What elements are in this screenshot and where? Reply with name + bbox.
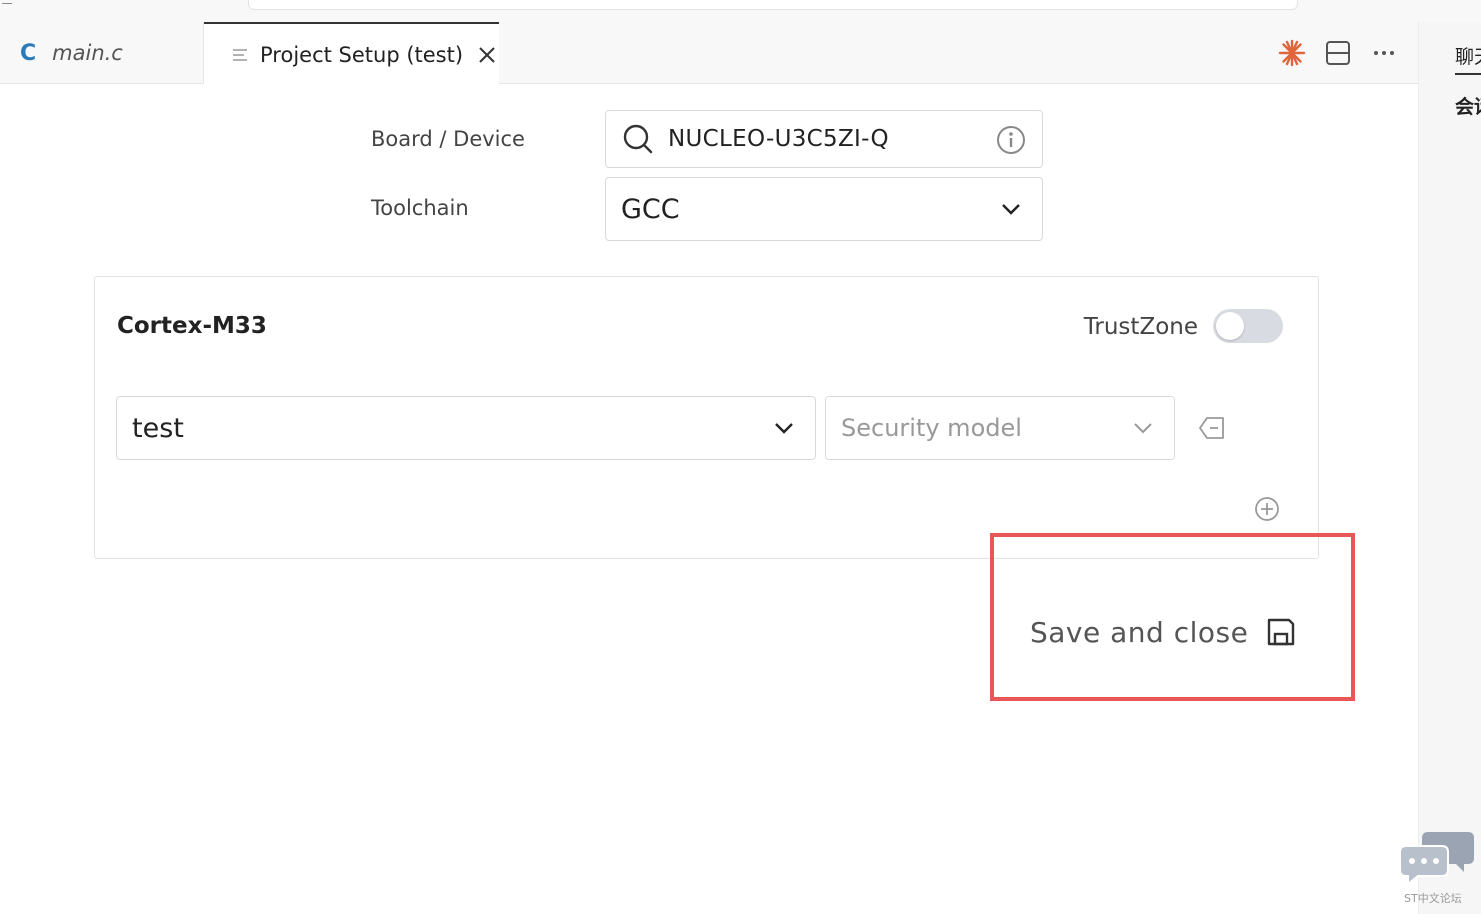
titlebar-right bbox=[1418, 0, 1481, 22]
info-icon[interactable] bbox=[996, 125, 1026, 155]
toggle-knob bbox=[1216, 312, 1244, 340]
security-model-placeholder: Security model bbox=[841, 414, 1022, 442]
editor-actions bbox=[1278, 22, 1398, 84]
save-icon bbox=[1268, 618, 1295, 646]
split-layout-icon bbox=[1326, 41, 1350, 65]
project-select[interactable]: test bbox=[116, 396, 816, 460]
tab-label: main.c bbox=[52, 41, 123, 65]
add-project-icon[interactable] bbox=[1254, 496, 1280, 522]
chevron-down-icon bbox=[1134, 423, 1152, 434]
spark-icon bbox=[1278, 39, 1306, 67]
side-panel-tab-session[interactable]: 会话 bbox=[1455, 92, 1481, 119]
ai-spark-button[interactable] bbox=[1278, 39, 1306, 67]
toolchain-value: GCC bbox=[621, 193, 680, 225]
chevron-down-icon bbox=[775, 423, 793, 434]
search-icon bbox=[623, 124, 653, 154]
security-model-select[interactable]: Security model bbox=[825, 396, 1175, 460]
command-center[interactable] bbox=[248, 0, 1298, 10]
watermark-text: ST中文论坛 bbox=[1404, 892, 1462, 905]
more-actions-button[interactable] bbox=[1370, 39, 1398, 67]
remove-project-icon[interactable] bbox=[1198, 415, 1226, 441]
board-device-value: NUCLEO-U3C5ZI-Q bbox=[668, 126, 889, 152]
close-icon[interactable] bbox=[477, 45, 497, 65]
split-editor-button[interactable] bbox=[1324, 39, 1352, 67]
document-lines-icon bbox=[233, 48, 247, 61]
side-panel: 聊天 会话 bbox=[1418, 22, 1481, 914]
save-and-close-button[interactable]: Save and close bbox=[1030, 604, 1296, 660]
tab-main-c[interactable]: C main.c bbox=[0, 22, 204, 84]
core-title: Cortex-M33 bbox=[117, 313, 267, 339]
trustzone-toggle[interactable] bbox=[1213, 309, 1283, 343]
save-and-close-label: Save and close bbox=[1030, 615, 1249, 649]
trustzone-label: TrustZone bbox=[1083, 314, 1198, 340]
side-panel-tab-chat[interactable]: 聊天 bbox=[1455, 42, 1481, 75]
core-card: Cortex-M33 TrustZone test Security model bbox=[94, 276, 1319, 559]
tab-project-setup[interactable]: Project Setup (test) bbox=[204, 22, 499, 85]
tab-label: Project Setup (test) bbox=[260, 42, 464, 67]
project-value: test bbox=[132, 412, 184, 444]
title-bar bbox=[0, 0, 1418, 22]
forum-watermark: ST中文论坛 bbox=[1398, 828, 1478, 912]
toolchain-label: Toolchain bbox=[371, 196, 469, 220]
board-device-search[interactable]: NUCLEO-U3C5ZI-Q bbox=[605, 110, 1043, 168]
ellipsis-icon bbox=[1374, 51, 1394, 55]
toolchain-select[interactable]: GCC bbox=[605, 177, 1043, 241]
chevron-down-icon bbox=[1002, 204, 1020, 215]
editor-tab-bar: C main.c Project Setup (test) bbox=[0, 22, 1418, 85]
titlebar-mark bbox=[2, 0, 12, 4]
c-file-icon: C bbox=[20, 40, 37, 66]
board-device-label: Board / Device bbox=[371, 127, 525, 151]
chat-bubbles-icon bbox=[1399, 832, 1474, 887]
